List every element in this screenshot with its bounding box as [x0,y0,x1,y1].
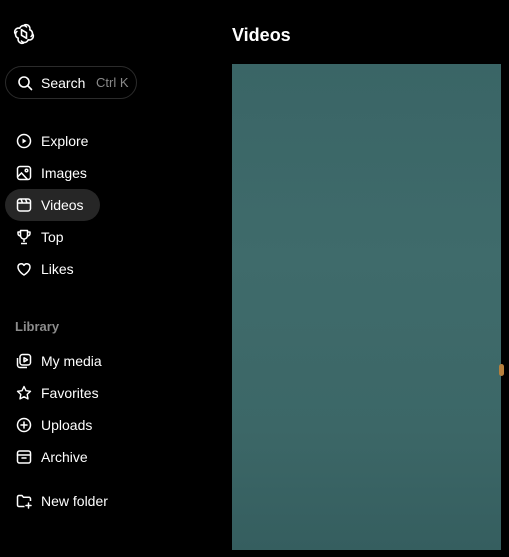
nav-label-videos: Videos [41,197,84,213]
nav-item-likes[interactable]: Likes [5,253,105,285]
page-title: Videos [232,25,291,45]
library-heading: Library [15,319,60,334]
openai-logo-icon[interactable] [12,22,36,46]
nav-label-explore: Explore [41,133,89,149]
nav-item-new-folder[interactable]: New folder [5,485,125,517]
search-shortcut-hint: Ctrl K [96,75,129,90]
nav-label-archive: Archive [41,449,88,465]
explore-icon [16,133,32,149]
thumbnail-edge-detail [499,364,504,376]
video-thumbnail[interactable] [232,64,504,550]
nav-item-my-media[interactable]: My media [5,345,125,377]
nav-item-archive[interactable]: Archive [5,441,125,473]
folder-plus-icon [16,493,32,509]
nav-label-my-media: My media [41,353,102,369]
nav-label-top: Top [41,229,64,245]
nav-label-favorites: Favorites [41,385,99,401]
nav-item-videos[interactable]: Videos [5,189,100,221]
search-icon [17,75,33,91]
star-icon [16,385,32,401]
nav-label-likes: Likes [41,261,74,277]
heart-icon [16,261,32,277]
image-icon [16,165,32,181]
nav-label-uploads: Uploads [41,417,93,433]
nav-label-images: Images [41,165,87,181]
search-button[interactable]: Search Ctrl K [5,66,137,99]
search-label: Search [41,75,86,91]
trophy-icon [16,229,32,245]
video-icon [16,197,32,213]
nav-label-new-folder: New folder [41,493,108,509]
media-library-icon [16,353,32,369]
nav-item-uploads[interactable]: Uploads [5,409,125,441]
nav-item-favorites[interactable]: Favorites [5,377,125,409]
nav-item-images[interactable]: Images [5,157,105,189]
app-window: Search Ctrl K Explore Images Videos Top … [0,0,509,557]
plus-circle-icon [16,417,32,433]
nav-item-top[interactable]: Top [5,221,105,253]
nav-item-explore[interactable]: Explore [5,125,105,157]
archive-icon [16,449,32,465]
